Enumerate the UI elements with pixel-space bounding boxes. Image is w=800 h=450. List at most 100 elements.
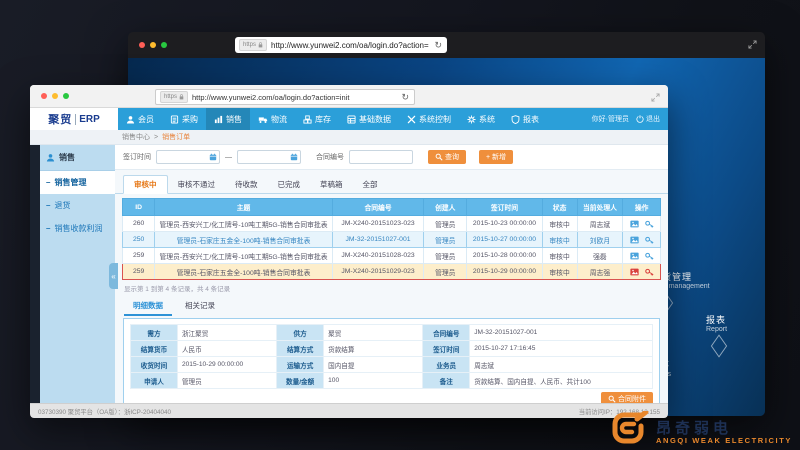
order-subject[interactable]: 管理员-石家庄五金全-100吨-销售合同审批表 [155,232,333,248]
sidebar-item-sales-management[interactable]: – 销售管理 [40,171,115,194]
tab-drafts[interactable]: 草稿箱 [310,176,353,193]
reload-icon[interactable]: ↻ [434,40,442,51]
date-from-input[interactable] [156,150,220,164]
order-status: 审核中 [542,232,577,248]
col-sign-time: 签订时间 [467,199,542,216]
minimize-window-icon[interactable] [52,93,58,99]
preview-icon[interactable] [630,236,639,244]
order-contract-no: JM-X240-20151029-023 [332,264,423,280]
tab-under-review[interactable]: 审核中 [123,175,168,194]
https-badge: https [239,39,267,51]
tab-rejected[interactable]: 审核不通过 [168,176,226,193]
order-handler: 周志斌 [577,216,623,232]
nav-item-system[interactable]: 系统 [459,108,503,130]
order-subject[interactable]: 管理员-西安兴工/化工牌号-10吨工期5G-销售合同审批表 [155,216,333,232]
date-to-input[interactable] [237,150,301,164]
main-content: 签订时间 — 合同编号 查询 + 新增 [115,145,668,403]
boxes-icon [303,115,312,124]
breadcrumb-parent[interactable]: 销售中心 [122,132,150,142]
order-row[interactable]: 259 管理员-西安兴工/化工牌号-10吨工期5G-销售合同审批表 JM-X24… [123,248,661,264]
col-status: 状态 [542,199,577,216]
watermark-zh: 昂奇弱电 [656,422,792,436]
search-icon [608,395,616,403]
minimize-window-icon[interactable] [150,42,156,48]
order-row[interactable]: 260 管理员-西安兴工/化工牌号-10吨工期5G-销售合同审批表 JM-X24… [123,216,661,232]
user-greeting: 你好·管理员 [592,114,629,124]
field-value: 周志斌 [470,357,653,373]
tab-related-records[interactable]: 相关记录 [176,297,224,316]
erp-body: 销售 – 销售管理 – 退货 – 销售收款利润 « [30,145,668,403]
feature-report: 报表 Report [706,313,727,353]
erp-logo[interactable]: 聚贸 ERP [30,108,118,130]
url-text[interactable]: http://www.yunwei2.com/oa/login.do?actio… [192,93,396,102]
logout-button[interactable]: 退出 [636,114,660,124]
order-subject[interactable]: 管理员-石家庄五金全-100吨-销售合同审批表 [155,264,333,280]
preview-icon[interactable] [630,252,639,260]
nav-item-purchase[interactable]: 采购 [162,108,206,130]
sidebar-item-sales-profit[interactable]: – 销售收款利润 [40,217,115,240]
filter-bar: 签订时间 — 合同编号 查询 + 新增 [115,145,668,170]
preview-icon[interactable] [630,220,639,228]
key-icon[interactable] [645,236,654,244]
key-icon[interactable] [645,268,654,276]
zoom-window-icon[interactable] [63,93,69,99]
calendar-icon[interactable] [290,153,298,161]
nav-item-inventory[interactable]: 库存 [295,108,339,130]
nav-item-system-control[interactable]: 系统控制 [399,108,459,130]
document-icon [170,115,179,124]
status-bar-left: 03730390 聚贸平台（OA版）：浙ICP-20404040 [38,407,171,416]
tab-pending-payment[interactable]: 待收款 [225,176,268,193]
order-subject[interactable]: 管理员-西安兴工/化工牌号-10吨工期5G-销售合同审批表 [155,248,333,264]
field-label: 结算方式 [277,341,324,357]
detail-form: 需方 浙江聚贸 供方 聚贸 合同编号 JM-32-20151027-001 结算… [130,324,653,389]
person-icon [46,153,55,162]
sidebar-collapse-handle[interactable]: « [109,263,118,289]
tab-all[interactable]: 全部 [353,176,388,193]
sidebar-header: 销售 [40,145,115,171]
order-row[interactable]: 250 管理员-石家庄五金全-100吨-销售合同审批表 JM-32-201510… [123,232,661,248]
calendar-icon[interactable] [209,153,217,161]
zoom-window-icon[interactable] [161,42,167,48]
detail-panel: 需方 浙江聚贸 供方 聚贸 合同编号 JM-32-20151027-001 结算… [123,318,660,403]
breadcrumb-separator: > [154,134,158,141]
order-status: 审核中 [542,264,577,280]
order-row-selected[interactable]: 259 管理员-石家庄五金全-100吨-销售合同审批表 JM-X240-2015… [123,264,661,280]
orders-table: ID 主题 合同编号 创建人 签订时间 状态 当前处理人 操作 260 管理员-… [122,198,661,280]
contract-attachment-button[interactable]: 合同附件 [601,392,653,403]
key-icon[interactable] [645,252,654,260]
field-value: 货款结算 [324,341,423,357]
lock-icon [258,42,263,48]
address-bar[interactable]: https http://www.yunwei2.com/oa/login.do… [235,37,447,53]
nav-item-member[interactable]: 会员 [118,108,162,130]
tab-detail-data[interactable]: 明细数据 [124,297,172,316]
close-window-icon[interactable] [139,42,145,48]
window-controls [41,93,69,99]
dash-icon: – [46,224,50,233]
sidebar-item-returns[interactable]: – 退货 [40,194,115,217]
col-contract-no: 合同编号 [332,199,423,216]
add-order-button[interactable]: + 新增 [479,150,513,164]
close-window-icon[interactable] [41,93,47,99]
sidebar: 销售 – 销售管理 – 退货 – 销售收款利润 [40,145,115,403]
key-icon[interactable] [645,220,654,228]
search-button[interactable]: 查询 [428,150,466,164]
erp-top-navbar: 聚贸 ERP 会员 采购 销售 物流 [30,108,668,130]
nav-item-sales[interactable]: 销售 [206,108,250,130]
nav-item-report[interactable]: 报表 [503,108,547,130]
fullscreen-icon[interactable] [748,40,757,49]
field-label: 需方 [131,325,178,341]
preview-icon[interactable] [630,268,639,276]
nav-item-logistics[interactable]: 物流 [250,108,295,130]
field-label: 合同编号 [423,325,470,341]
url-text[interactable]: http://www.yunwei2.com/oa/login.do?actio… [271,41,429,50]
tab-completed[interactable]: 已完成 [268,176,311,193]
left-dark-rail [30,145,40,403]
nav-item-base-data[interactable]: 基础数据 [339,108,399,130]
contract-no-input[interactable] [349,150,413,164]
reload-icon[interactable]: ↻ [401,92,409,103]
order-creator: 管理员 [424,232,467,248]
fullscreen-icon[interactable] [651,93,660,102]
address-bar[interactable]: https http://www.yunwei2.com/oa/login.do… [155,89,415,105]
order-creator: 管理员 [424,216,467,232]
col-handler: 当前处理人 [577,199,623,216]
